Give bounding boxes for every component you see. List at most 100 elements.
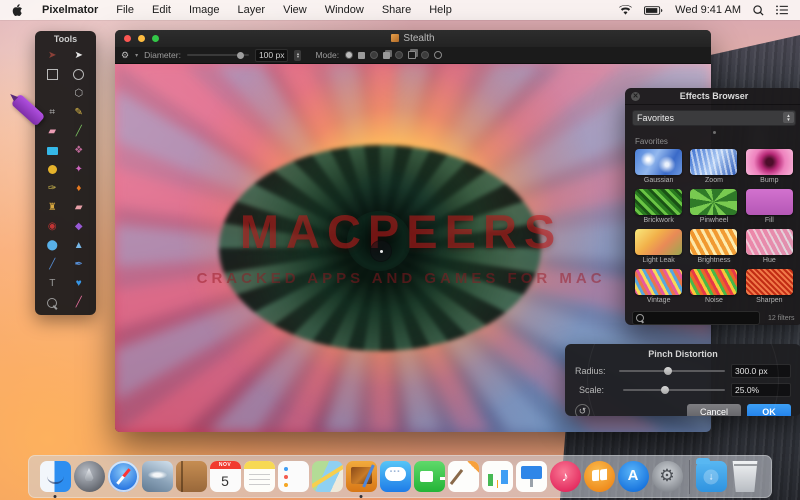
dock-icon-notes[interactable] — [243, 461, 275, 492]
menu-bar-clock[interactable]: Wed 9:41 AM — [675, 4, 741, 16]
type-tool-icon[interactable]: T — [45, 276, 60, 291]
polygon-select-tool-icon[interactable]: ⬡ — [71, 86, 86, 101]
wifi-icon[interactable] — [619, 5, 633, 15]
effect-thumb-gaussian[interactable] — [635, 149, 683, 175]
pink-pen-tool-icon[interactable]: ╱ — [71, 295, 86, 310]
battery-icon[interactable] — [644, 5, 663, 15]
cancel-button[interactable]: Cancel — [687, 404, 741, 416]
dock-icon-downloads[interactable] — [695, 458, 727, 492]
diameter-slider-knob[interactable] — [236, 51, 244, 59]
dock-icon-ibooks[interactable] — [583, 461, 615, 492]
effect-gaussian[interactable]: Gaussian — [631, 149, 686, 187]
mode-normal-icon[interactable] — [358, 51, 366, 59]
dock-icon-contacts[interactable] — [175, 461, 207, 492]
heal-tool-icon[interactable]: ▰ — [71, 200, 86, 215]
spotlight-icon[interactable] — [753, 4, 764, 16]
radius-slider-knob[interactable] — [663, 367, 672, 375]
clone-stamp-tool-icon[interactable]: ♜ — [45, 200, 60, 215]
mode-subtract-icon[interactable] — [408, 51, 417, 59]
notification-center-icon[interactable] — [776, 5, 788, 15]
dock-icon-pages[interactable] — [447, 461, 479, 492]
pencil-tool-icon[interactable]: ✎ — [71, 105, 86, 120]
menu-item-edit[interactable]: Edit — [143, 4, 180, 16]
dock-icon-facetime[interactable] — [413, 461, 445, 492]
window-title-bar[interactable]: Stealth — [115, 30, 711, 47]
menu-item-window[interactable]: Window — [316, 4, 373, 16]
effect-thumb-sharpen[interactable] — [745, 269, 793, 295]
dock-icon-numbers[interactable] — [481, 461, 513, 492]
mode-option-3-radio[interactable] — [395, 51, 404, 59]
dock-icon-system-preferences[interactable]: ⚙ — [651, 461, 683, 492]
zoom-tool-icon[interactable] — [45, 295, 60, 310]
effect-thumb-zoom[interactable] — [690, 149, 738, 175]
effect-hue[interactable]: Hue — [742, 229, 797, 267]
dock-icon-trash[interactable] — [732, 461, 758, 492]
mode-option-1-radio[interactable] — [345, 51, 354, 59]
paint-rect-tool-icon[interactable] — [45, 143, 60, 158]
dock-icon-messages[interactable] — [379, 461, 411, 492]
radius-slider[interactable] — [619, 367, 725, 375]
effect-thumb-pinwheel[interactable] — [690, 189, 738, 215]
scale-slider-knob[interactable] — [660, 386, 669, 394]
menu-item-image[interactable]: Image — [180, 4, 229, 16]
scale-value-field[interactable]: 25.0% — [731, 383, 791, 397]
effect-thumb-vintage[interactable] — [635, 269, 683, 295]
move-tool-icon[interactable]: ➤ — [45, 48, 60, 63]
effect-thumb-bump[interactable] — [745, 149, 793, 175]
dock-icon-keynote[interactable] — [515, 461, 547, 492]
effect-thumb-fill[interactable] — [745, 189, 793, 215]
effect-sharpen[interactable]: Sharpen — [742, 269, 797, 307]
crop-tool-icon[interactable]: ⌗ — [45, 105, 60, 120]
mode-option-4-radio[interactable] — [421, 51, 430, 59]
mode-intersect-icon[interactable] — [434, 51, 443, 59]
apple-menu-icon[interactable] — [12, 3, 23, 17]
effects-search-input[interactable] — [632, 311, 760, 325]
menu-item-view[interactable]: View — [274, 4, 316, 16]
pen-tool-icon[interactable]: ╱ — [45, 257, 60, 272]
dock-icon-pixelmator[interactable] — [345, 461, 377, 498]
heart-shape-tool-icon[interactable]: ♥ — [71, 276, 86, 291]
effect-brickwork[interactable]: Brickwork — [631, 189, 686, 227]
dock-icon-itunes[interactable]: ♪ — [549, 461, 581, 492]
effect-thumb-brightness[interactable] — [690, 229, 738, 255]
burn-tool-icon[interactable]: ♦ — [71, 181, 86, 196]
effect-pinwheel[interactable]: Pinwheel — [686, 189, 741, 227]
effect-zoom[interactable]: Zoom — [686, 149, 741, 187]
color-swatch-tool-icon[interactable] — [45, 162, 60, 177]
effect-thumb-brickwork[interactable] — [635, 189, 683, 215]
diameter-value-field[interactable]: 100 px — [254, 48, 289, 62]
line-tool-icon[interactable]: ╱ — [71, 124, 86, 139]
ellipse-select-tool-icon[interactable] — [71, 67, 86, 82]
effect-thumb-light-leak[interactable] — [635, 229, 683, 255]
dock-icon-maps[interactable] — [311, 461, 343, 492]
red-eye-tool-icon[interactable]: ◉ — [45, 219, 60, 234]
menu-item-help[interactable]: Help — [420, 4, 461, 16]
dock-icon-safari[interactable] — [107, 461, 139, 492]
menu-item-file[interactable]: File — [107, 4, 143, 16]
reset-icon[interactable]: ↺ — [575, 404, 590, 416]
blur-drop-tool-icon[interactable]: ⬤ — [45, 238, 60, 253]
mode-add-icon[interactable] — [383, 51, 391, 59]
dock-icon-photos[interactable] — [141, 461, 173, 492]
dock-icon-launchpad[interactable] — [73, 461, 105, 492]
brush-tool-icon[interactable]: ✑ — [45, 181, 60, 196]
smudge-pen-tool-icon[interactable]: ✒ — [71, 257, 86, 272]
diameter-stepper[interactable]: ▲ ▼ — [294, 49, 302, 61]
ok-button[interactable]: OK — [747, 404, 791, 416]
effect-bump[interactable]: Bump — [742, 149, 797, 187]
gradient-crystal-tool-icon[interactable]: ◆ — [71, 219, 86, 234]
radius-value-field[interactable]: 300.0 px — [731, 364, 791, 378]
scale-slider[interactable] — [623, 386, 725, 394]
eraser-tool-icon[interactable]: ▰ — [45, 124, 60, 139]
dock-icon-finder[interactable] — [39, 461, 71, 498]
effect-noise[interactable]: Noise — [686, 269, 741, 307]
menu-item-share[interactable]: Share — [373, 4, 420, 16]
effects-browser-header[interactable]: ✕ Effects Browser — [625, 88, 800, 105]
effect-vintage[interactable]: Vintage — [631, 269, 686, 307]
effect-fill[interactable]: Fill — [742, 189, 797, 227]
effect-thumb-hue[interactable] — [745, 229, 793, 255]
gear-icon[interactable]: ⚙ — [121, 50, 129, 61]
palette-tool-icon[interactable]: ❖ — [71, 143, 86, 158]
dock-icon-reminders[interactable] — [277, 461, 309, 492]
rect-select-tool-icon[interactable] — [45, 67, 60, 82]
